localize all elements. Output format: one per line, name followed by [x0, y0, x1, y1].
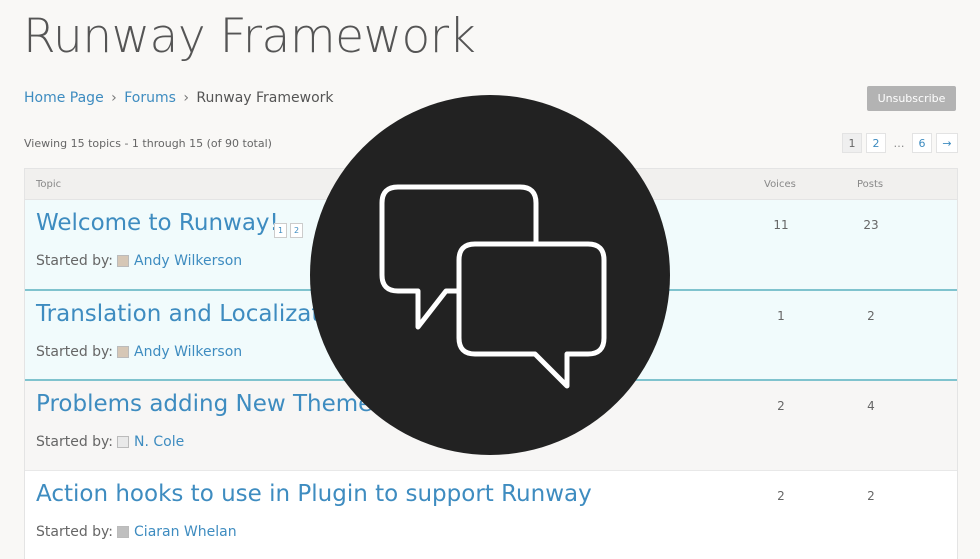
pagination-ellipsis: … — [893, 136, 905, 150]
topic-mini-pagination: 1 2 — [274, 223, 303, 238]
page-1-current: 1 — [842, 133, 862, 153]
topic-page-link[interactable]: 2 — [290, 223, 303, 238]
breadcrumb: Home Page › Forums › Runway Framework — [24, 90, 334, 106]
topic-title-link[interactable]: Action hooks to use in Plugin to support… — [36, 481, 592, 507]
posts-count: 23 — [863, 218, 879, 232]
header-topic: Topic — [36, 179, 62, 190]
author-link[interactable]: Andy Wilkerson — [134, 253, 242, 269]
speech-bubbles-icon — [379, 184, 607, 389]
author-link[interactable]: Andy Wilkerson — [134, 344, 242, 360]
breadcrumb-separator: › — [183, 90, 189, 106]
started-by-label: Started by: — [36, 344, 114, 360]
forum-overlay-badge — [310, 95, 670, 455]
posts-count: 2 — [867, 309, 875, 323]
breadcrumb-forums-link[interactable]: Forums — [124, 90, 176, 106]
started-by: Started by: Andy Wilkerson — [36, 344, 242, 360]
page-title: Runway Framework — [23, 9, 476, 64]
page-6-link[interactable]: 6 — [912, 133, 932, 153]
page-2-link[interactable]: 2 — [866, 133, 886, 153]
topic-page-link[interactable]: 1 — [274, 223, 287, 238]
posts-count: 4 — [867, 399, 875, 413]
started-by-label: Started by: — [36, 524, 114, 540]
avatar — [117, 346, 130, 358]
avatar — [117, 526, 130, 538]
next-page-link[interactable]: → — [936, 133, 958, 153]
author-link[interactable]: N. Cole — [134, 434, 184, 450]
author-link[interactable]: Ciaran Whelan — [134, 524, 237, 540]
topic-title-link[interactable]: Translation and Localizatio — [36, 301, 341, 327]
topic-title-link[interactable]: Welcome to Runway! — [36, 210, 279, 236]
topic-count: Viewing 15 topics - 1 through 15 (of 90 … — [24, 137, 272, 150]
started-by-label: Started by: — [36, 434, 114, 450]
breadcrumb-home-link[interactable]: Home Page — [24, 90, 104, 106]
avatar — [117, 255, 130, 267]
unsubscribe-button[interactable]: Unsubscribe — [867, 86, 956, 111]
voices-count: 2 — [777, 489, 785, 503]
table-row: Action hooks to use in Plugin to support… — [25, 471, 957, 559]
started-by-label: Started by: — [36, 253, 114, 269]
pagination: 1 2 … 6 → — [842, 133, 958, 153]
started-by: Started by: Andy Wilkerson — [36, 253, 242, 269]
voices-count: 1 — [777, 309, 785, 323]
started-by: Started by: N. Cole — [36, 434, 184, 450]
breadcrumb-separator: › — [111, 90, 117, 106]
started-by: Started by: Ciaran Whelan — [36, 524, 237, 540]
header-posts: Posts — [857, 179, 884, 190]
avatar — [117, 436, 130, 448]
voices-count: 11 — [773, 218, 789, 232]
voices-count: 2 — [777, 399, 785, 413]
header-voices: Voices — [764, 179, 796, 190]
posts-count: 2 — [867, 489, 875, 503]
